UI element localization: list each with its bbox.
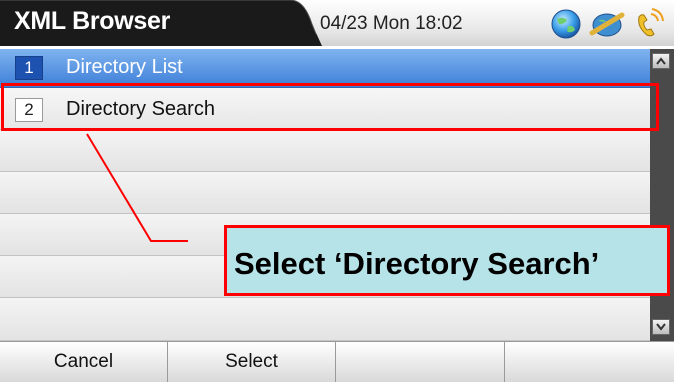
phone-screen: XML Browser 04/23 Mon 18:02 1 Directory … [0,0,674,382]
callout-leader-line [86,133,188,242]
callout-text: Select ‘Directory Search’ [234,246,600,281]
callout-box: Select ‘Directory Search’ [224,225,670,296]
